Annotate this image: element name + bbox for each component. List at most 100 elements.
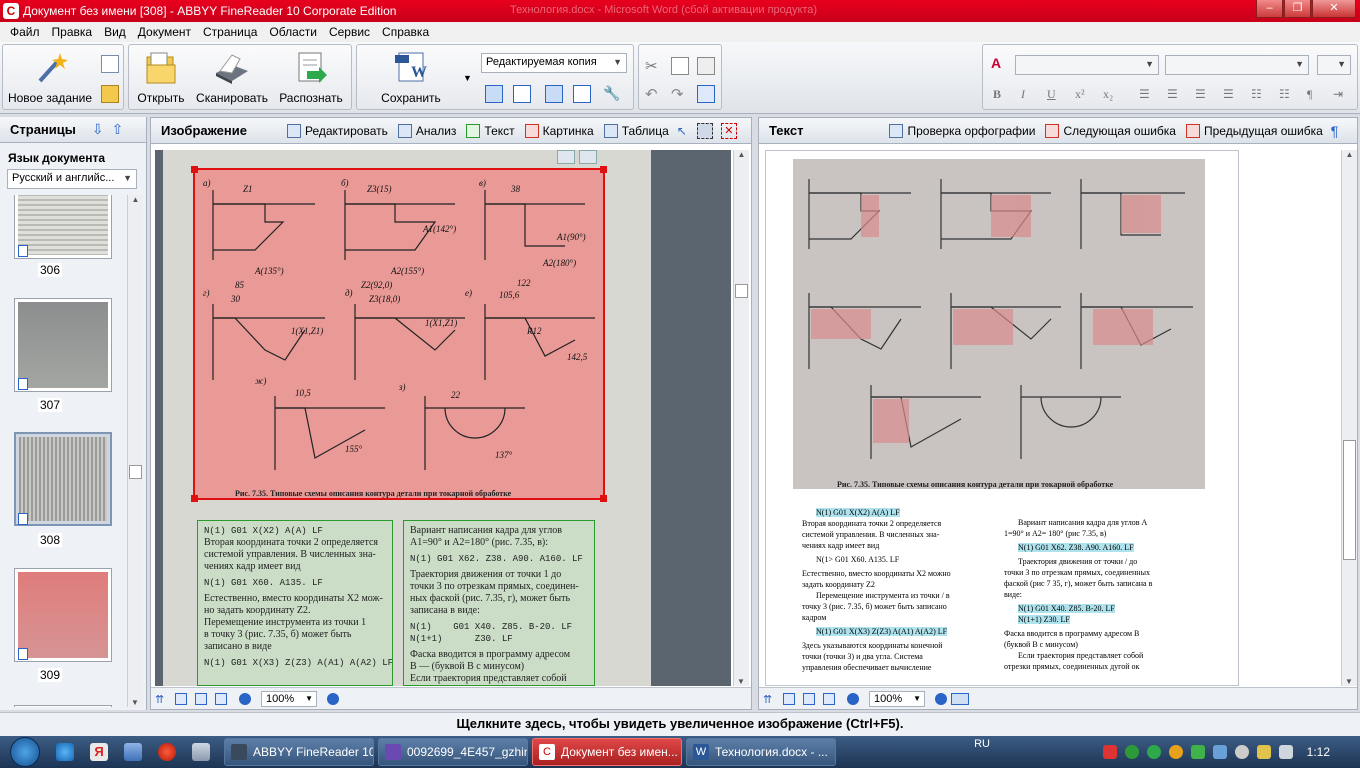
internet-explorer-icon[interactable] [56,743,74,761]
zoom-width-icon[interactable] [579,150,597,164]
page-view-icon[interactable] [783,692,795,705]
delete-area-icon[interactable]: ✕ [720,122,737,139]
tray-info-icon[interactable] [1146,745,1161,759]
copy-icon[interactable] [101,55,119,73]
zoom-in-icon[interactable] [327,692,339,705]
layout-formatted-icon[interactable] [545,85,563,103]
height-view-icon[interactable] [823,692,835,705]
page-thumbnail-310[interactable] [14,705,112,707]
page-thumbnail-306[interactable] [14,195,112,259]
bullets-icon[interactable]: ☷ [1251,87,1262,102]
task-document[interactable]: C Документ без имен... [532,738,682,766]
scroll-thumb[interactable] [735,284,748,298]
layout-exact-icon[interactable] [485,85,503,103]
bold-icon[interactable]: B [993,87,1001,102]
picture-area-selection[interactable]: а) Z1 A(135°) б) Z3(15) A1(142°) A2(155°… [191,166,607,502]
task-image-file[interactable]: 0092699_4E457_gzhir... [378,738,528,766]
edit-image-button[interactable]: Редактировать [286,123,388,138]
document-language-select[interactable]: Русский и английс... ▼ [7,169,137,189]
resize-handle[interactable] [600,495,607,502]
align-center-icon[interactable]: ☰ [1167,87,1178,102]
clock[interactable]: 1:12 [1307,745,1330,759]
numbering-icon[interactable]: ☷ [1279,87,1290,102]
image-viewer[interactable]: а) Z1 A(135°) б) Z3(15) A1(142°) A2(155°… [155,150,731,686]
task-abbyy[interactable]: ABBYY FineReader 10 [224,738,374,766]
scroll-thumb[interactable] [1343,440,1356,560]
save-format-select[interactable]: Редактируемая копия ▼ [481,53,627,73]
paste-icon[interactable] [697,57,715,75]
image-scrollbar[interactable]: ▲ ▼ [733,150,749,686]
page-thumbnail-309[interactable] [14,568,112,662]
spellcheck-button[interactable]: Проверка орфографии [889,123,1035,138]
analyze-button[interactable]: Анализ [397,123,456,138]
recognized-right-column[interactable]: Вариант написания кадра для углов A 1=90… [1004,517,1194,672]
width-view-icon[interactable] [803,692,815,705]
text-formatting-icon[interactable] [951,692,969,705]
select-all-icon[interactable] [697,85,715,103]
abbyy-app-icon[interactable]: C [3,3,19,19]
height-view-icon[interactable] [215,692,227,705]
copy-text-icon[interactable] [671,57,689,75]
layout-plain-icon[interactable] [573,85,591,103]
align-right-icon[interactable]: ☰ [1195,87,1206,102]
menu-edit[interactable]: Правка [46,25,99,39]
cut-icon[interactable]: ✂ [645,57,663,75]
redo-icon[interactable]: ↷ [671,85,689,103]
maximize-button[interactable]: ❐ [1284,0,1311,18]
folder-small-icon[interactable] [101,85,119,103]
tray-network-icon[interactable] [1212,745,1227,759]
page-up-icon[interactable]: ⇧ [112,121,124,138]
yandex-icon[interactable]: Я [90,743,108,761]
opera-icon[interactable] [158,743,176,761]
picture-area-button[interactable]: Картинка [524,123,594,138]
menu-view[interactable]: Вид [98,25,132,39]
zoom-in-icon[interactable] [935,692,947,705]
zoom-hint-bar[interactable]: Щелкните здесь, чтобы увидеть увеличенно… [0,712,1360,736]
resize-handle[interactable] [600,166,607,173]
zoom-out-icon[interactable] [847,692,859,705]
align-left-icon[interactable]: ☰ [1139,87,1150,102]
recognize-button[interactable]: Распознать [275,51,347,105]
pointer-icon[interactable]: ↖ [677,124,687,138]
scan-button[interactable]: Сканировать [193,51,271,105]
fit-up-icon[interactable]: ⇈ [763,693,775,706]
superscript-icon[interactable]: x² [1075,87,1085,102]
page-view-icon[interactable] [175,692,187,705]
scroll-down-icon[interactable]: ▼ [1342,677,1356,686]
undo-icon[interactable]: ↶ [645,85,663,103]
subscript-icon[interactable]: x₂ [1103,87,1113,102]
menu-document[interactable]: Документ [132,25,197,39]
text-area-left[interactable]: N(1) G01 X(X2) A(A) LF Вторая координата… [197,520,393,686]
text-zoom-select[interactable]: 100% ▼ [869,690,925,707]
fit-up-icon[interactable]: ⇈ [155,693,167,706]
page-down-icon[interactable]: ⇩ [92,121,104,138]
font-size-select[interactable]: ▼ [1317,55,1351,75]
table-area-button[interactable]: Таблица [603,123,669,138]
scroll-thumb[interactable] [129,465,142,479]
tray-warning-icon[interactable] [1168,745,1183,759]
close-button[interactable]: ✕ [1312,0,1356,18]
save-button[interactable]: W Сохранить [371,51,451,105]
tray-icq-icon[interactable] [1124,745,1139,759]
select-area-icon[interactable] [696,122,713,139]
prev-error-button[interactable]: Предыдущая ошибка [1185,123,1323,138]
minimize-button[interactable]: – [1256,0,1283,18]
show-formatting-icon[interactable]: ¶ [1331,123,1339,139]
menu-file[interactable]: Файл [4,25,46,39]
font-select[interactable]: ▼ [1165,55,1309,75]
menu-areas[interactable]: Области [263,25,323,39]
resize-handle[interactable] [191,166,198,173]
layout-editable-icon[interactable] [513,85,531,103]
scroll-down-icon[interactable]: ▼ [734,677,748,686]
zoom-out-icon[interactable] [239,692,251,705]
recognized-text-document[interactable]: Рис. 7.35. Типовые схемы описания контур… [765,150,1239,686]
task-word[interactable]: W Технология.docx - ... [686,738,836,766]
next-error-button[interactable]: Следующая ошибка [1045,123,1176,138]
italic-icon[interactable]: I [1021,87,1025,102]
text-area-right[interactable]: Вариант написания кадра для углов A1=90°… [403,520,595,686]
start-button[interactable] [10,737,40,767]
scroll-up-icon[interactable]: ▲ [734,150,749,159]
menu-tools[interactable]: Сервис [323,25,376,39]
justify-icon[interactable]: ☰ [1223,87,1234,102]
options-wrench-icon[interactable]: 🔧 [603,85,621,103]
